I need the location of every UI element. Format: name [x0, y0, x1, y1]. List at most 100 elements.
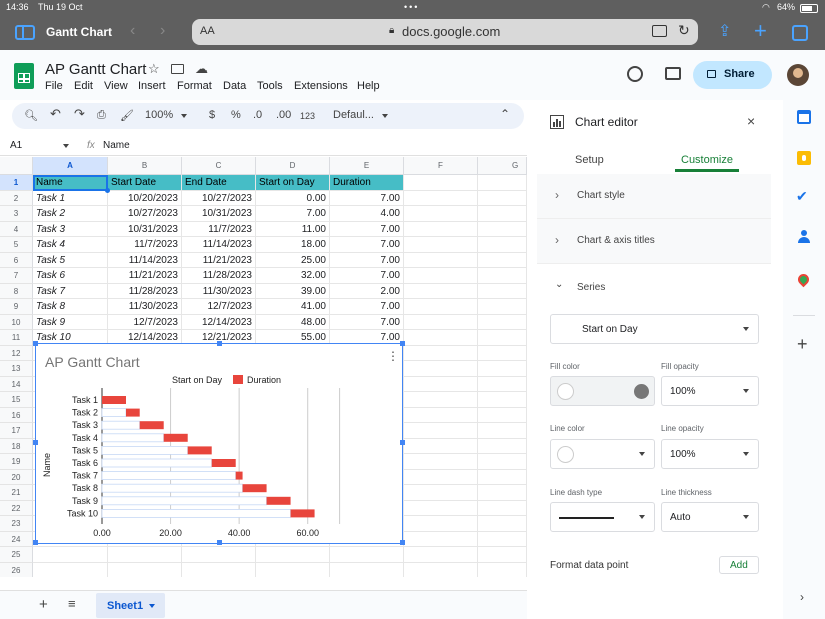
row-header[interactable]: 5	[0, 237, 33, 253]
table-cell[interactable]: 4.00	[330, 206, 404, 222]
row-header[interactable]: 4	[0, 221, 33, 237]
table-cell[interactable]: Task 6	[33, 268, 108, 284]
chevron-down-icon[interactable]	[63, 144, 69, 148]
duration-bar[interactable]	[235, 471, 243, 480]
table-cell[interactable]: 2.00	[330, 283, 404, 299]
menu-insert[interactable]: Insert	[138, 80, 166, 92]
extension-icon[interactable]	[652, 25, 667, 37]
multitask-dots-icon[interactable]: •••	[404, 2, 419, 12]
table-cell[interactable]: 18.00	[256, 237, 330, 253]
empty-cell[interactable]	[478, 376, 527, 392]
empty-cell[interactable]	[478, 423, 527, 439]
font-select[interactable]: Defaul...	[333, 109, 374, 121]
table-cell[interactable]: 7.00	[330, 268, 404, 284]
start-bar[interactable]	[101, 508, 291, 518]
empty-cell[interactable]	[404, 345, 478, 361]
table-cell[interactable]: Task 7	[33, 283, 108, 299]
close-icon[interactable]: ×	[747, 113, 755, 129]
section-chart-axis-titles[interactable]: › Chart & axis titles	[537, 219, 771, 264]
table-cell[interactable]: 32.00	[256, 268, 330, 284]
table-cell[interactable]: 39.00	[256, 283, 330, 299]
star-icon[interactable]: ☆	[148, 61, 160, 77]
duration-bar[interactable]	[163, 433, 188, 442]
row-header[interactable]: 25	[0, 547, 33, 563]
back-icon[interactable]: ‹	[130, 22, 135, 40]
sheets-logo-icon[interactable]	[14, 63, 34, 89]
row-header[interactable]: 10	[0, 314, 33, 330]
resize-handle[interactable]	[217, 341, 222, 346]
empty-cell[interactable]	[478, 314, 527, 330]
empty-cell[interactable]	[330, 547, 404, 563]
start-bar[interactable]	[101, 433, 165, 443]
empty-cell[interactable]	[404, 361, 478, 377]
more-formats-button[interactable]: 123	[300, 111, 315, 121]
empty-cell[interactable]	[478, 252, 527, 268]
empty-cell[interactable]	[404, 237, 478, 253]
row-header[interactable]: 17	[0, 423, 33, 439]
tab-customize[interactable]: Customize	[681, 154, 733, 166]
empty-cell[interactable]	[330, 562, 404, 577]
sheet-tab-sheet1[interactable]: Sheet1	[96, 593, 165, 618]
duration-bar[interactable]	[290, 509, 315, 518]
empty-cell[interactable]	[404, 547, 478, 563]
table-cell[interactable]: 7.00	[330, 221, 404, 237]
table-cell[interactable]: 12/7/2023	[108, 314, 182, 330]
empty-cell[interactable]	[404, 299, 478, 315]
empty-cell[interactable]	[404, 469, 478, 485]
duration-bar[interactable]	[266, 496, 291, 505]
duration-bar[interactable]	[102, 396, 126, 404]
table-cell[interactable]: 12/7/2023	[182, 299, 256, 315]
table-cell[interactable]: 10/31/2023	[108, 221, 182, 237]
menu-view[interactable]: View	[104, 80, 128, 92]
row-header[interactable]: 21	[0, 485, 33, 501]
empty-cell[interactable]	[404, 283, 478, 299]
empty-cell[interactable]	[478, 283, 527, 299]
row-header[interactable]: 9	[0, 299, 33, 315]
empty-cell[interactable]	[478, 268, 527, 284]
resize-handle[interactable]	[217, 540, 222, 545]
empty-cell[interactable]	[404, 252, 478, 268]
decrease-decimal-button[interactable]: .0	[253, 109, 262, 121]
empty-cell[interactable]	[404, 221, 478, 237]
empty-cell[interactable]	[478, 175, 527, 191]
empty-cell[interactable]	[478, 392, 527, 408]
url-text[interactable]: docs.google.com	[402, 24, 500, 39]
line-color-picker[interactable]	[550, 439, 655, 469]
empty-cell[interactable]	[478, 531, 527, 547]
version-history-icon[interactable]	[627, 66, 643, 82]
move-folder-icon[interactable]	[171, 64, 184, 74]
column-header-b[interactable]: B	[108, 157, 182, 175]
maps-icon[interactable]	[795, 271, 812, 288]
column-header-f[interactable]: F	[404, 157, 478, 175]
chevron-down-icon[interactable]: ⌄	[555, 279, 563, 290]
empty-cell[interactable]	[478, 299, 527, 315]
menu-file[interactable]: File	[45, 80, 63, 92]
empty-cell[interactable]	[478, 562, 527, 577]
table-cell[interactable]: Task 9	[33, 314, 108, 330]
table-cell[interactable]: Task 4	[33, 237, 108, 253]
row-header[interactable]: 24	[0, 531, 33, 547]
share-icon[interactable]: ⇪	[718, 21, 731, 41]
doc-title[interactable]: AP Gantt Chart	[45, 61, 146, 78]
table-cell[interactable]: 48.00	[256, 314, 330, 330]
chevron-right-icon[interactable]: ›	[800, 590, 804, 604]
menu-extensions[interactable]: Extensions	[294, 80, 348, 92]
menu-format[interactable]: Format	[177, 80, 212, 92]
chevron-down-icon[interactable]	[382, 114, 388, 118]
empty-cell[interactable]	[33, 547, 108, 563]
table-cell[interactable]: 11/21/2023	[182, 252, 256, 268]
paint-format-icon[interactable]: 🖌︎	[120, 109, 134, 122]
duration-bar[interactable]	[126, 408, 140, 417]
comments-icon[interactable]	[665, 67, 681, 80]
resize-handle[interactable]	[400, 440, 405, 445]
empty-cell[interactable]	[404, 407, 478, 423]
avatar[interactable]	[787, 64, 809, 86]
duration-bar[interactable]	[187, 446, 212, 455]
menu-edit[interactable]: Edit	[74, 80, 93, 92]
start-bar[interactable]	[101, 420, 141, 430]
table-cell[interactable]: 10/20/2023	[108, 190, 182, 206]
browser-tab-title[interactable]: Gantt Chart	[46, 25, 112, 39]
empty-cell[interactable]	[404, 206, 478, 222]
table-cell[interactable]: Task 5	[33, 252, 108, 268]
empty-cell[interactable]	[404, 330, 478, 346]
